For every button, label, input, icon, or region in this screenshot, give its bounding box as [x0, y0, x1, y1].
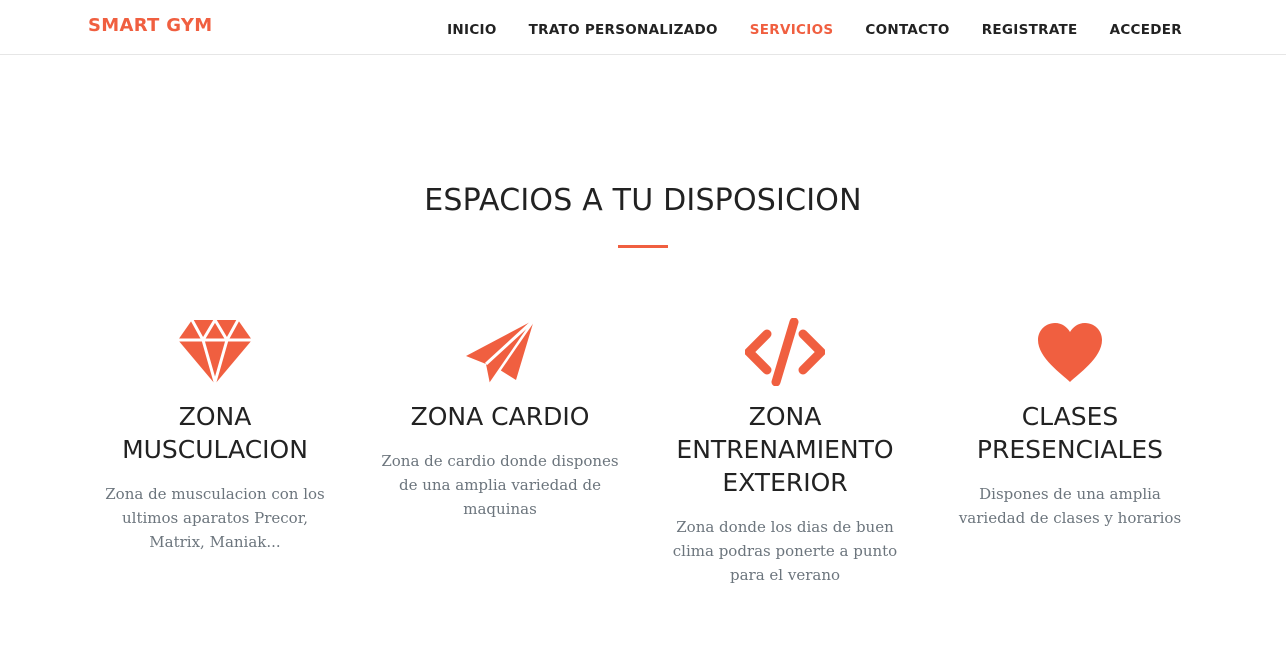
diamond-icon-svg	[178, 317, 252, 388]
code-icon-svg	[744, 317, 826, 387]
nav-link-inicio[interactable]: INICIO	[447, 22, 497, 38]
paper-plane-icon-svg	[466, 318, 536, 385]
code-icon	[660, 317, 910, 387]
nav-link-trato-personalizado[interactable]: TRATO PERSONALIZADO	[529, 22, 718, 38]
service-description: Zona de musculacion con los ultimos apar…	[105, 485, 325, 551]
nav-item-registrate: REGISTRATE	[982, 19, 1078, 38]
service-description: Dispones de una amplia variedad de clase…	[958, 485, 1182, 527]
paper-plane-icon	[375, 318, 625, 386]
service-zona-musculacion: ZONA MUSCULACION Zona de musculacion con…	[90, 317, 340, 554]
heart-icon-svg	[1038, 323, 1102, 382]
service-title: ZONA MUSCULACION	[122, 402, 308, 464]
service-title: ZONA CARDIO	[410, 402, 590, 431]
nav-item-acceder: ACCEDER	[1110, 19, 1182, 38]
brand-logo-link[interactable]: SMART GYM	[88, 15, 212, 36]
title-divider	[618, 245, 668, 248]
nav-link-servicios[interactable]: SERVICIOS	[750, 22, 834, 38]
section-title: ESPACIOS A TU DISPOSICION	[424, 183, 862, 218]
navbar: SMART GYM INICIO TRATO PERSONALIZADO SER…	[0, 0, 1286, 55]
service-title: ZONA ENTRENAMIENTO EXTERIOR	[676, 402, 894, 497]
nav-link-registrate[interactable]: REGISTRATE	[982, 22, 1078, 38]
nav-link-contacto[interactable]: CONTACTO	[865, 22, 949, 38]
nav-item-inicio: INICIO	[447, 19, 497, 38]
nav-item-trato-personalizado: TRATO PERSONALIZADO	[529, 19, 718, 38]
service-clases-presenciales: CLASES PRESENCIALES Dispones de una ampl…	[945, 318, 1195, 530]
service-description: Zona donde los dias de buen clima podras…	[672, 518, 898, 584]
service-zona-entrenamiento-exterior: ZONA ENTRENAMIENTO EXTERIOR Zona donde l…	[660, 317, 910, 587]
nav-item-contacto: CONTACTO	[865, 19, 949, 38]
service-title: CLASES PRESENCIALES	[976, 402, 1164, 464]
nav-link-acceder[interactable]: ACCEDER	[1110, 22, 1182, 38]
diamond-icon	[90, 317, 340, 388]
heart-icon	[945, 318, 1195, 386]
nav-links: INICIO TRATO PERSONALIZADO SERVICIOS CON…	[447, 19, 1182, 38]
nav-item-servicios: SERVICIOS	[750, 19, 834, 38]
service-zona-cardio: ZONA CARDIO Zona de cardio donde dispone…	[375, 318, 625, 521]
service-description: Zona de cardio donde dispones de una amp…	[381, 452, 619, 518]
